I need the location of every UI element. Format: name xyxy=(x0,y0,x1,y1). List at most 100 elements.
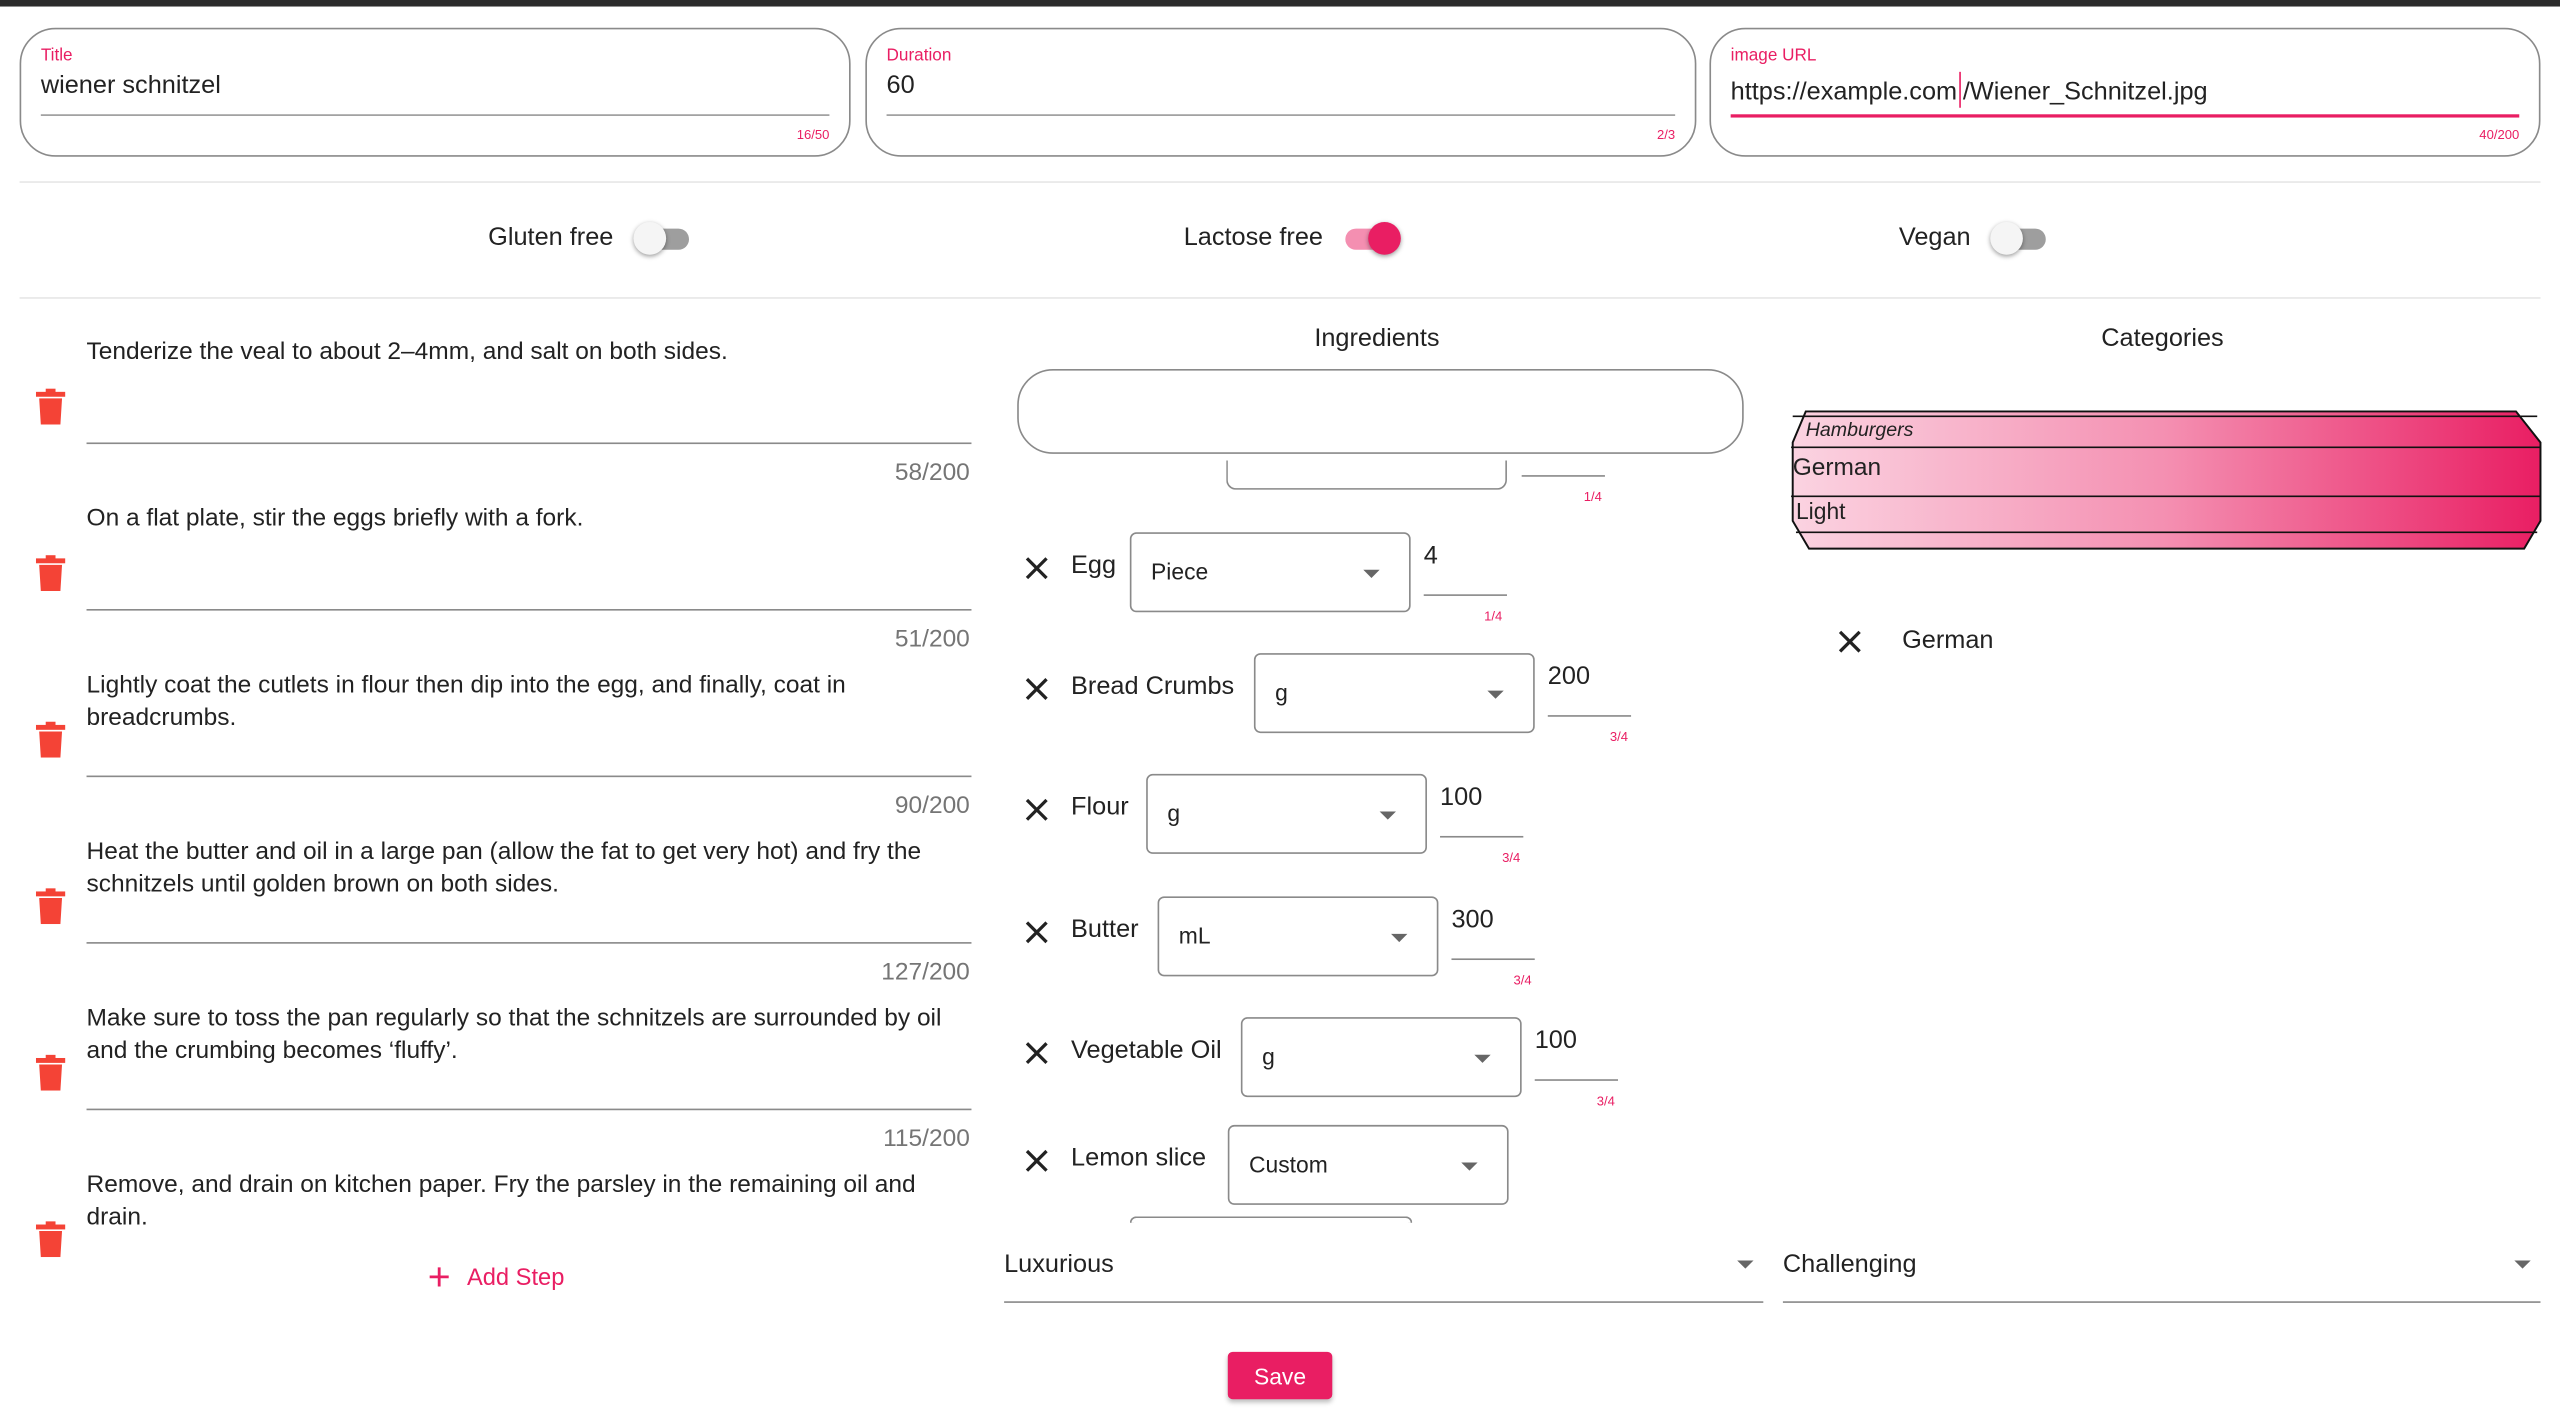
ingredient-row-partial xyxy=(1129,1216,1413,1223)
duration-input[interactable]: 60 xyxy=(887,72,915,101)
close-icon[interactable] xyxy=(1024,1148,1050,1174)
duration-counter: 2/3 xyxy=(1656,127,1676,143)
gluten-free-label: Gluten free xyxy=(488,223,614,252)
quantity-counter: 1/4 xyxy=(1484,608,1503,624)
gluten-free-toggle-row: Gluten free xyxy=(488,219,692,258)
unit-value: g xyxy=(1262,1043,1275,1070)
duration-underline xyxy=(886,114,1676,116)
gluten-free-switch[interactable] xyxy=(632,219,692,258)
ingredient-name: Egg xyxy=(1071,551,1117,580)
difficulty-select[interactable]: Challenging xyxy=(1782,1238,2541,1305)
step-text[interactable]: Heat the butter and oil in a large pan (… xyxy=(87,836,969,900)
plus-icon: + xyxy=(427,1255,451,1300)
step-item: Tenderize the veal to about 2–4mm, and s… xyxy=(20,336,977,503)
image-url-field[interactable]: image URL https://example.com/Wiener_Sch… xyxy=(1709,27,2541,157)
trash-icon[interactable] xyxy=(35,721,66,758)
step-underline xyxy=(86,442,972,445)
vegan-toggle-row: Vegan xyxy=(1899,219,2049,258)
arrow-drop-down-icon xyxy=(1363,569,1380,578)
arrow-drop-down-icon xyxy=(1487,690,1504,699)
image-url-input[interactable]: https://example.com/Wiener_Schnitzel.jpg xyxy=(1731,71,2208,108)
ingredient-unit-select-partial xyxy=(1226,460,1507,490)
unit-select[interactable]: g xyxy=(1146,773,1427,854)
quantity-input[interactable]: 100 xyxy=(1440,784,1482,813)
duration-label: Duration xyxy=(886,45,952,66)
unit-select[interactable]: Piece xyxy=(1129,532,1411,613)
lactose-free-label: Lactose free xyxy=(1183,223,1323,252)
unit-select[interactable]: Custom xyxy=(1227,1124,1509,1205)
difficulty-select-value: Challenging xyxy=(1782,1250,1917,1279)
add-step-button[interactable]: + Add Step xyxy=(427,1255,565,1300)
arrow-drop-down-icon xyxy=(1474,1054,1491,1063)
close-icon[interactable] xyxy=(1024,1040,1050,1066)
title-counter: 16/50 xyxy=(796,127,830,143)
close-icon[interactable] xyxy=(1024,676,1050,702)
quantity-input[interactable]: 200 xyxy=(1548,663,1590,692)
step-counter: 115/200 xyxy=(883,1124,970,1153)
close-icon[interactable] xyxy=(1024,555,1050,581)
arrow-drop-down-icon xyxy=(1379,811,1396,820)
close-icon[interactable] xyxy=(1024,797,1050,823)
step-counter: 51/200 xyxy=(894,625,970,654)
add-step-label: Add Step xyxy=(466,1265,565,1292)
step-text[interactable]: Lightly coat the cutlets in flour then d… xyxy=(87,669,969,733)
title-input[interactable]: wiener schnitzel xyxy=(41,72,221,101)
difficulty-select-underline xyxy=(1782,1301,2541,1303)
close-icon[interactable] xyxy=(1837,629,1863,655)
unit-value: Piece xyxy=(1151,558,1209,585)
divider xyxy=(19,297,2541,299)
quantity-underline xyxy=(1534,1079,1619,1081)
unit-select[interactable]: mL xyxy=(1157,896,1439,977)
duration-field[interactable]: Duration 60 2/3 xyxy=(865,27,1697,157)
category-chip-label: German xyxy=(1902,626,1994,655)
unit-select[interactable]: g xyxy=(1240,1017,1522,1098)
trash-icon[interactable] xyxy=(35,1054,66,1091)
price-select[interactable]: Luxurious xyxy=(1004,1238,1764,1305)
step-text[interactable]: Make sure to toss the pan regularly so t… xyxy=(87,1002,969,1066)
trash-icon[interactable] xyxy=(35,388,66,425)
unit-value: Custom xyxy=(1249,1151,1328,1178)
arrow-drop-down-icon xyxy=(1461,1162,1478,1171)
vegan-switch[interactable] xyxy=(1990,219,2049,258)
ingredient-name: Vegetable Oil xyxy=(1071,1036,1222,1065)
quantity-counter: 3/4 xyxy=(1502,850,1521,866)
vegan-label: Vegan xyxy=(1898,223,1971,252)
title-field[interactable]: Title wiener schnitzel 16/50 xyxy=(19,27,851,157)
text-caret xyxy=(1958,71,1962,108)
arrow-drop-down-icon xyxy=(2514,1260,2531,1269)
trash-icon[interactable] xyxy=(35,555,66,592)
step-item: Remove, and drain on kitchen paper. Fry … xyxy=(20,1169,977,1258)
price-select-value: Luxurious xyxy=(1004,1250,1114,1279)
image-url-text-end: /Wiener_Schnitzel.jpg xyxy=(1962,78,2208,107)
quantity-input[interactable]: 100 xyxy=(1535,1027,1577,1056)
title-underline xyxy=(40,114,830,116)
unit-value: g xyxy=(1275,679,1288,706)
lactose-free-switch[interactable] xyxy=(1343,219,1402,258)
ingredient-search-input[interactable] xyxy=(1017,368,1744,454)
step-counter: 127/200 xyxy=(881,958,970,987)
close-icon[interactable] xyxy=(1024,919,1050,945)
quantity-input[interactable]: 4 xyxy=(1424,542,1438,571)
step-text[interactable]: On a flat plate, stir the eggs briefly w… xyxy=(87,503,969,535)
step-underline xyxy=(86,942,972,944)
step-item: Heat the butter and oil in a large pan (… xyxy=(20,836,977,1003)
ingredient-quantity-counter: 1/4 xyxy=(1583,489,1602,505)
step-counter: 90/200 xyxy=(894,791,970,820)
quantity-underline xyxy=(1440,835,1524,838)
category-picker-wheel[interactable]: Hamburgers German Light xyxy=(1789,410,2542,550)
unit-value: mL xyxy=(1178,922,1211,949)
unit-select[interactable]: g xyxy=(1253,653,1535,734)
quantity-input[interactable]: 300 xyxy=(1451,906,1493,935)
top-bar xyxy=(0,0,2560,7)
divider xyxy=(19,181,2541,183)
step-item: On a flat plate, stir the eggs briefly w… xyxy=(20,503,977,670)
save-button[interactable]: Save xyxy=(1227,1351,1333,1400)
ingredient-name: Flour xyxy=(1071,793,1129,822)
image-url-label: image URL xyxy=(1730,45,1817,66)
step-text[interactable]: Tenderize the veal to about 2–4mm, and s… xyxy=(87,336,969,368)
step-text[interactable]: Remove, and drain on kitchen paper. Fry … xyxy=(87,1169,969,1233)
trash-icon[interactable] xyxy=(35,888,66,925)
price-select-underline xyxy=(1004,1301,1764,1303)
trash-icon[interactable] xyxy=(35,1221,66,1258)
quantity-counter: 3/4 xyxy=(1609,729,1629,745)
